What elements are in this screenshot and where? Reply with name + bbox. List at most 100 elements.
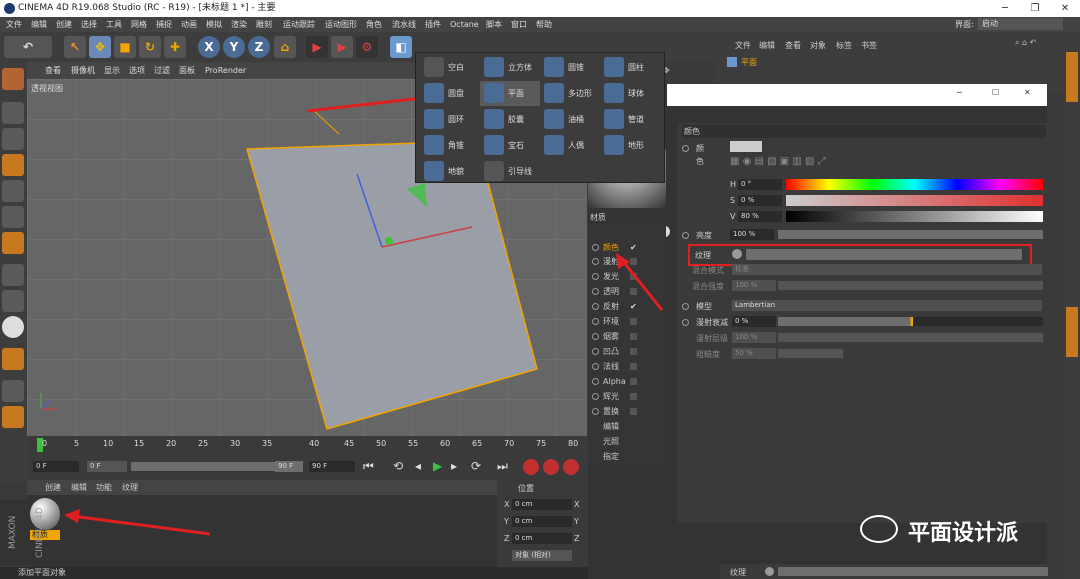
mat-editor-minimize-icon[interactable]: ─ [957, 88, 962, 97]
next-key-icon[interactable]: ⟳ [471, 459, 481, 473]
y-axis-button[interactable]: Y [223, 36, 245, 58]
menu-pipeline[interactable]: 流水线 [392, 17, 416, 32]
primitive-cylinder[interactable]: 圆柱 [600, 55, 660, 80]
menu-sculpt[interactable]: 雕刻 [256, 17, 272, 32]
edges-mode-icon[interactable] [2, 206, 24, 228]
primitive-platonic[interactable]: 宝石 [480, 133, 540, 158]
help-keys-icon[interactable] [563, 459, 579, 475]
pos-x-field[interactable]: 0 cm [512, 499, 572, 510]
menu-tools[interactable]: 工具 [106, 17, 122, 32]
diffuse-level-slider[interactable] [778, 333, 1043, 342]
polygons-mode-icon[interactable] [2, 232, 24, 254]
render-picture-viewer-icon[interactable]: ▶ [331, 36, 353, 58]
viewport-menu-panel[interactable]: 面板 [179, 62, 195, 79]
x-axis-button[interactable]: X [198, 36, 220, 58]
menu-animate[interactable]: 动画 [181, 17, 197, 32]
obj-manager-search-icon[interactable]: ⌕ ⌂ ↶ [1015, 38, 1036, 48]
primitive-plane[interactable]: 平面 [480, 81, 540, 106]
primitive-pyramid[interactable]: 角锥 [420, 133, 480, 158]
primitive-disc[interactable]: 圆盘 [420, 81, 480, 106]
play-icon[interactable]: ▶ [433, 459, 442, 473]
mat-editor-close-icon[interactable]: ✕ [1024, 88, 1031, 97]
obj-menu-object[interactable]: 对象 [810, 40, 826, 51]
texture-mode-icon[interactable] [2, 128, 24, 150]
primitive-null[interactable]: 空白 [420, 55, 480, 80]
coordinate-system-icon[interactable]: ⌂ [274, 36, 296, 58]
hue-slider[interactable] [786, 179, 1043, 190]
layout-select[interactable]: 启动 [978, 18, 1063, 30]
primitive-sphere[interactable]: 球体 [600, 81, 660, 106]
lock-workplane-icon[interactable] [2, 380, 24, 402]
primitive-cone[interactable]: 圆锥 [540, 55, 600, 80]
primitive-relief[interactable]: 地貌 [420, 159, 480, 184]
primitive-oiltank[interactable]: 油桶 [540, 107, 600, 132]
bottom-texture-slot[interactable] [778, 567, 1048, 576]
menu-mesh[interactable]: 网格 [131, 17, 147, 32]
live-select-icon[interactable]: ↖ [64, 36, 86, 58]
menu-help[interactable]: 帮助 [536, 17, 552, 32]
end-frame-field[interactable]: 90 F [309, 461, 355, 472]
render-view-icon[interactable]: ▶ [306, 36, 328, 58]
objects-tab[interactable] [1066, 52, 1078, 102]
color-picker-mode-icons[interactable]: ▦ ◉ ▤ ▧ ▣ ▥ ▨ ⤢ [730, 156, 950, 170]
diffuse-falloff-field[interactable]: 0 % [732, 316, 776, 327]
primitive-figure[interactable]: 人偶 [540, 133, 600, 158]
coordinate-mode-select[interactable]: 对象 (相对) [512, 550, 572, 561]
viewport-menu-view[interactable]: 查看 [45, 62, 61, 79]
menu-window[interactable]: 窗口 [511, 17, 527, 32]
model-select[interactable]: Lambertian [732, 300, 1042, 311]
brightness-field[interactable]: 100 % [730, 229, 774, 240]
viewport-menu-options[interactable]: 选项 [129, 62, 145, 79]
texture-slot[interactable] [746, 249, 1022, 260]
transform-icon[interactable]: ✚ [164, 36, 186, 58]
axis-mode-icon[interactable] [2, 264, 24, 286]
render-settings-icon[interactable]: ⚙ [356, 36, 378, 58]
restore-icon[interactable]: ❐ [1020, 0, 1050, 17]
undo-button[interactable]: ↶ [4, 36, 52, 58]
diffuse-level-field[interactable]: 100 % [732, 332, 776, 343]
menu-simulate[interactable]: 模拟 [206, 17, 222, 32]
planar-workplane-icon[interactable] [2, 406, 24, 428]
attributes-tab[interactable] [1066, 307, 1078, 357]
primitive-capsule[interactable]: 胶囊 [480, 107, 540, 132]
primitive-polygon[interactable]: 多边形 [540, 81, 600, 106]
object-name[interactable]: 平面 [741, 57, 757, 68]
primitive-torus[interactable]: 圆环 [420, 107, 480, 132]
frame-range-slider[interactable] [131, 462, 291, 471]
bottom-texture-arrow-icon[interactable] [765, 567, 774, 576]
brightness-slider[interactable] [778, 230, 1043, 239]
saturation-slider[interactable] [786, 195, 1043, 206]
start-frame-field[interactable]: 0 F [87, 461, 127, 472]
viewport-menu-display[interactable]: 显示 [104, 62, 120, 79]
goto-start-icon[interactable]: ⏮ [363, 459, 374, 474]
z-axis-button[interactable]: Z [248, 36, 270, 58]
rotate-icon[interactable]: ↻ [139, 36, 161, 58]
menu-octane[interactable]: Octane [450, 17, 479, 32]
mat-menu-create[interactable]: 创建 [45, 480, 61, 495]
next-frame-icon[interactable]: ▸ [451, 459, 457, 473]
minimize-icon[interactable]: ─ [990, 0, 1020, 17]
color-swatch[interactable] [730, 141, 762, 152]
roughness-field[interactable]: 50 % [732, 348, 776, 359]
close-icon[interactable]: ✕ [1050, 0, 1080, 17]
mat-editor-maximize-icon[interactable]: ☐ [992, 88, 999, 97]
snap-icon[interactable] [2, 316, 24, 338]
primitive-landscape[interactable]: 地形 [600, 133, 660, 158]
mat-menu-edit[interactable]: 编辑 [71, 480, 87, 495]
workplane-icon[interactable] [2, 154, 24, 176]
blend-mode-select[interactable]: 标准 [732, 264, 1042, 275]
menu-select[interactable]: 选择 [81, 17, 97, 32]
prev-key-icon[interactable]: ⟲ [393, 459, 403, 473]
menu-file[interactable]: 文件 [6, 17, 22, 32]
primitive-cube[interactable]: 立方体 [480, 55, 540, 80]
model-mode-icon[interactable] [2, 102, 24, 124]
primitive-tube[interactable]: 管道 [600, 107, 660, 132]
menu-mograph[interactable]: 运动图形 [325, 17, 357, 32]
texture-arrow-icon[interactable] [732, 249, 742, 259]
h-field[interactable]: 0 ° [738, 179, 782, 190]
obj-menu-edit[interactable]: 编辑 [759, 40, 775, 51]
menu-snap[interactable]: 捕捉 [156, 17, 172, 32]
viewport-menu-filter[interactable]: 过滤 [154, 62, 170, 79]
value-slider[interactable] [786, 211, 1043, 222]
menu-plugins[interactable]: 插件 [425, 17, 441, 32]
